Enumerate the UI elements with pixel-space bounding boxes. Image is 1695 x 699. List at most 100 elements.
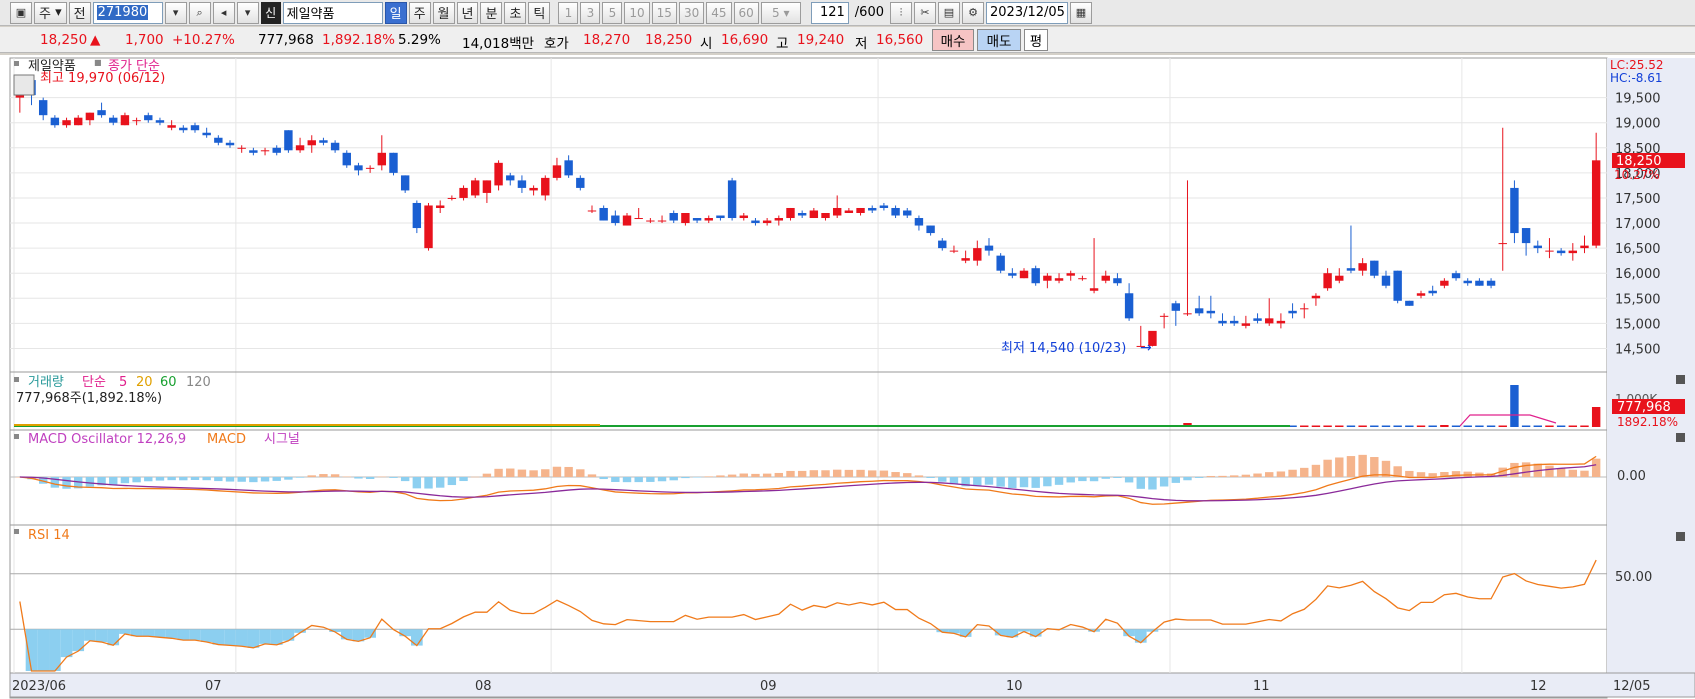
chart-type-icon[interactable]: ⫶ <box>890 1 912 24</box>
candle-up <box>973 248 982 261</box>
candle-down <box>330 142 340 151</box>
calendar-tool-icon[interactable] <box>13 74 35 96</box>
volume-bar <box>1521 425 1531 427</box>
volume-bar <box>1311 425 1321 427</box>
close-panel-icon[interactable] <box>1676 532 1685 541</box>
interval-15-button[interactable]: 15 <box>651 1 677 24</box>
interval-30-button[interactable]: 30 <box>678 1 705 24</box>
candle-down <box>389 152 398 173</box>
period-tab-month[interactable]: 월 <box>432 1 455 24</box>
close-panel-icon[interactable] <box>1676 433 1685 442</box>
macd-oscillator-bar <box>727 474 737 477</box>
volume-bar <box>1405 425 1414 427</box>
candle-down <box>1346 268 1356 271</box>
interval-10-button[interactable]: 10 <box>624 1 650 24</box>
period-tab-day[interactable]: 일 <box>384 1 407 24</box>
stock-name-field[interactable]: 제일약품 <box>282 1 383 24</box>
candle-up <box>541 177 550 196</box>
candle-down <box>1124 293 1134 319</box>
macd-oscillator-bar <box>611 477 620 482</box>
period-tab-year[interactable]: 년 <box>456 1 479 24</box>
buy-button[interactable]: 매수 <box>932 29 974 51</box>
prev-button[interactable]: 전 <box>68 1 91 24</box>
candle-down <box>903 210 912 216</box>
candle-up <box>295 145 305 151</box>
period-tab-minute[interactable]: 분 <box>480 1 503 24</box>
volume-bar <box>1323 425 1332 427</box>
speaker-dropdown-icon[interactable]: ▾ <box>236 1 259 24</box>
candle-down <box>319 140 328 143</box>
candle-down <box>1229 320 1239 324</box>
interval-5-button[interactable]: 5 <box>602 1 623 24</box>
macd-line-label: MACD <box>207 432 246 447</box>
quote-bar: 18,250 ▲ 1,700 +10.27% 777,968 1,892.18%… <box>0 27 1695 53</box>
lc-label: LC:25.52 <box>1610 58 1663 72</box>
price-tick-label: 17,000 <box>1615 217 1661 232</box>
candle-up <box>1545 250 1554 252</box>
candle-up <box>1089 288 1099 291</box>
candle-down <box>938 240 947 249</box>
search-icon[interactable]: ⌕ <box>188 1 211 24</box>
window-menu-icon[interactable]: ▣ <box>10 1 32 24</box>
type-select[interactable]: 주 ▾ <box>34 1 67 24</box>
macd-oscillator-bar <box>716 475 725 477</box>
volume-bar <box>1568 425 1578 427</box>
candle-up <box>1066 273 1075 276</box>
chart-frame <box>9 57 1608 699</box>
macd-oscillator-bar <box>1171 477 1181 483</box>
save-icon[interactable]: ▤ <box>938 1 960 24</box>
macd-oscillator-bar <box>225 477 235 482</box>
volume-bar <box>1358 425 1367 427</box>
volume-bar <box>1580 425 1589 427</box>
rsi-oversold-fill <box>49 629 61 671</box>
candle-up <box>74 117 83 126</box>
calendar-icon[interactable]: ▦ <box>1070 1 1092 24</box>
speaker-icon[interactable]: ◂ <box>212 1 235 24</box>
count-input[interactable]: 121 <box>810 1 849 24</box>
sell-button[interactable]: 매도 <box>977 29 1021 51</box>
panel-marker-icon <box>14 434 19 439</box>
period-tab-second[interactable]: 초 <box>504 1 527 24</box>
macd-oscillator-bar <box>704 476 713 477</box>
candle-down <box>354 165 363 171</box>
macd-oscillator-bar <box>1206 475 1216 477</box>
chart-area[interactable]: 14,500 15,000 15,500 16,000 16,500 17,000 17,5… <box>0 55 1695 699</box>
candle-up <box>529 187 538 191</box>
interval-45-button[interactable]: 45 <box>706 1 732 24</box>
macd-oscillator-bar <box>832 469 842 477</box>
candle-down <box>190 125 200 131</box>
close-panel-icon[interactable] <box>1676 375 1685 384</box>
macd-oscillator-bar <box>1556 468 1566 477</box>
rsi-oversold-fill <box>200 629 213 642</box>
macd-oscillator-bar <box>634 477 643 483</box>
interval-1-button[interactable]: 1 <box>558 1 579 24</box>
macd-oscillator-bar <box>891 472 900 477</box>
date-tick-label: 11 <box>1253 679 1270 694</box>
macd-oscillator-bar <box>132 477 141 483</box>
eval-button[interactable]: 평 <box>1024 29 1048 51</box>
gear-icon[interactable]: ⚙ <box>962 1 984 24</box>
code-dropdown-icon[interactable]: ▾ <box>164 1 187 24</box>
rsi-oversold-fill <box>340 629 353 640</box>
last-volume-label: 777,968 <box>1617 400 1671 415</box>
rsi-oversold-fill <box>142 629 155 637</box>
period-tab-tick[interactable]: 틱 <box>528 1 551 24</box>
candle-down <box>996 255 1005 271</box>
period-tab-week[interactable]: 주 <box>408 1 431 24</box>
interval-select[interactable]: 5 ▾ <box>760 1 801 24</box>
candle-up <box>809 210 819 219</box>
interval-3-button[interactable]: 3 <box>580 1 601 24</box>
candle-up <box>132 120 141 122</box>
candle-up <box>435 205 445 208</box>
candle-up <box>1101 275 1110 281</box>
candle-down <box>1206 310 1216 314</box>
tools-icon[interactable]: ✂ <box>914 1 936 24</box>
rsi-oversold-fill <box>1123 629 1135 637</box>
date-input[interactable]: 2023/12/05 <box>986 1 1068 24</box>
candle-down <box>144 115 153 121</box>
stock-code-input[interactable]: 271980 <box>92 1 163 24</box>
last-price-label: 18,250 <box>1616 154 1662 169</box>
candle-down <box>1533 245 1542 249</box>
interval-60-button[interactable]: 60 <box>733 1 759 24</box>
candle-down <box>249 150 258 153</box>
